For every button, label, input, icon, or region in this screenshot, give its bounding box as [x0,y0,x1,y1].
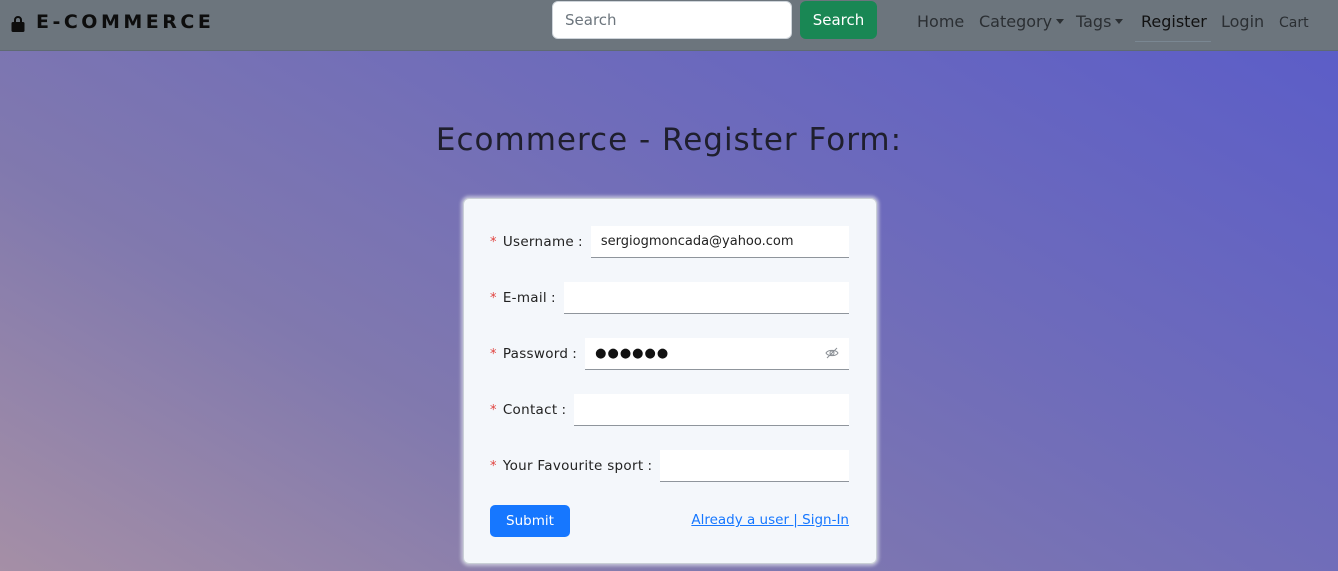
page-title: Ecommerce - Register Form: [435,122,903,158]
navbar: E-COMMERCE Search Home Category Tags Reg… [0,0,1338,51]
contact-row: * Contact: [490,394,849,426]
nav-tags-label: Tags [1076,12,1112,31]
required-mark: * [490,402,497,418]
required-mark: * [490,458,497,474]
email-label: * E-mail: [490,290,556,306]
signin-link[interactable]: Already a user | Sign-In [691,512,849,528]
nav-home[interactable]: Home [917,11,964,33]
password-label: * Password: [490,346,578,362]
password-value: ●●●●●● [595,346,670,361]
email-row: * E-mail: [490,282,849,314]
password-input[interactable]: ●●●●●● [585,338,849,370]
username-label: * Username: [490,234,583,250]
username-row: * Username: sergiogmoncada@yahoo.com [490,226,849,258]
search-button[interactable]: Search [800,1,877,39]
required-mark: * [490,234,497,250]
shopping-bag-icon [11,16,25,32]
chevron-down-icon [1115,19,1124,24]
nav-cart[interactable]: Cart [1279,12,1309,34]
password-row: * Password: ●●●●●● [490,338,849,370]
required-mark: * [490,346,497,362]
nav-tags-dropdown[interactable]: Tags [1076,11,1124,33]
contact-input[interactable] [574,394,849,426]
search-input[interactable] [552,1,792,39]
chevron-down-icon [1056,19,1065,24]
register-form: * Username: sergiogmoncada@yahoo.com * E… [463,198,877,564]
sport-label: * Your Favourite sport: [490,458,653,474]
eye-hidden-icon[interactable] [825,347,839,359]
username-input[interactable]: sergiogmoncada@yahoo.com [590,226,849,258]
email-input[interactable] [563,282,849,314]
nav-login[interactable]: Login [1221,11,1264,33]
active-nav-underline [1135,41,1211,42]
submit-button[interactable]: Submit [490,505,570,537]
nav-register[interactable]: Register [1141,11,1207,33]
nav-category-dropdown[interactable]: Category [979,11,1065,33]
username-value: sergiogmoncada@yahoo.com [600,234,794,249]
required-mark: * [490,290,497,306]
brand[interactable]: E-COMMERCE [10,9,214,35]
brand-name: E-COMMERCE [36,11,215,33]
nav-category-label: Category [979,12,1053,31]
contact-label: * Contact: [490,402,567,418]
sport-row: * Your Favourite sport: [490,450,849,482]
sport-input[interactable] [660,450,849,482]
